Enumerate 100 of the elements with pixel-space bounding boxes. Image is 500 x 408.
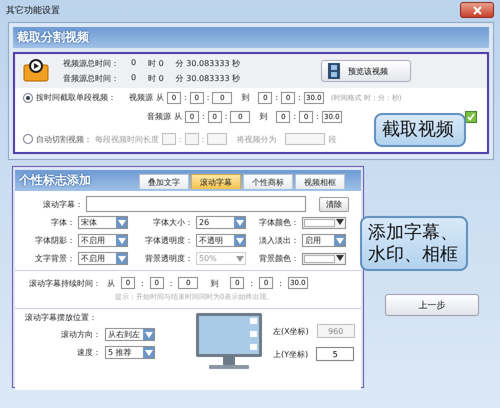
film-icon	[328, 63, 340, 79]
time-text: 0	[131, 73, 136, 84]
callout: 添加字幕、水印、相框	[360, 216, 468, 272]
section-title: 个性标志添加	[19, 172, 91, 189]
field-label: 滚动方向：	[60, 329, 101, 340]
caret-icon	[144, 350, 152, 356]
tab[interactable]: 个性商标	[243, 174, 293, 189]
field-label: 上(Y坐标)	[273, 348, 308, 360]
source-label: 音频源	[146, 111, 171, 122]
separator-text: :	[206, 93, 210, 102]
close-icon	[472, 6, 482, 14]
separator-text: :	[184, 93, 187, 102]
option-label: 按时间截取单段视频：	[36, 92, 117, 103]
dropdown[interactable]: 宋体	[78, 216, 128, 229]
dropdown-value: 26	[199, 218, 210, 227]
dropdown[interactable]: 不启用	[78, 234, 128, 247]
to-label: 到	[241, 92, 250, 103]
separator-text: :	[298, 93, 301, 102]
time-text: 视频源总时间：	[63, 58, 119, 69]
video-icon	[23, 58, 49, 82]
caret-icon	[236, 256, 244, 262]
caret-icon	[118, 256, 126, 262]
dropdown[interactable]: 26	[196, 216, 246, 229]
time-text: 分 30.083333 秒	[176, 58, 240, 69]
dropdown-value: 50%	[199, 254, 217, 263]
back-button[interactable]: 上一步	[385, 294, 479, 316]
separator-text: :	[293, 112, 296, 121]
dropdown[interactable]: 启用	[302, 234, 346, 247]
field-label: 字体阴影：	[34, 235, 75, 246]
from-label: 从	[174, 111, 182, 122]
field-label: 左(X坐标)	[273, 326, 309, 336]
tab[interactable]: 叠加文字	[139, 174, 189, 189]
radio-button[interactable]	[23, 92, 33, 102]
caret-icon	[336, 255, 344, 261]
color-picker[interactable]	[302, 216, 346, 228]
time-text: 时 0	[148, 73, 164, 84]
separator-text: :	[316, 112, 319, 121]
caption-field[interactable]	[86, 196, 306, 212]
dropdown-value: 从右到左	[108, 329, 140, 340]
caret-icon	[236, 238, 244, 244]
dropdown-value: 不透明	[199, 235, 223, 246]
callout: 截取视频	[374, 113, 466, 147]
caret-icon	[118, 238, 126, 244]
monitor-drawing	[195, 312, 263, 370]
dropdown-value: 宋体	[81, 217, 97, 228]
separator-text: :	[275, 93, 278, 102]
tab[interactable]: 视频相框	[295, 174, 345, 189]
field-label: 淡入淡出：	[258, 235, 299, 246]
dropdown[interactable]: 不透明	[196, 234, 246, 247]
time-text: 时 0	[148, 58, 164, 69]
section-title: 截取分割视频	[13, 27, 489, 48]
option-label: 自动切割视频：	[36, 134, 92, 144]
dropdown[interactable]: 5 推荐	[105, 346, 155, 359]
separator-text: :	[170, 278, 172, 288]
field-label: 速度：	[76, 347, 101, 358]
caret-icon	[236, 220, 244, 226]
coordinate-field[interactable]: 5	[316, 347, 354, 361]
field-label: 字体颜色：	[258, 217, 299, 228]
window-title: 其它功能设置	[6, 4, 60, 16]
split-label: 将视频分为	[236, 134, 276, 144]
preview-button[interactable]: 预览该视频	[321, 60, 411, 82]
caret-icon	[336, 238, 344, 244]
length-label: 每段视频时间长度	[95, 134, 159, 144]
field-label: 滚动字幕持续时间：	[29, 278, 101, 288]
color-picker[interactable]	[302, 252, 346, 264]
dropdown[interactable]: 从右到左	[105, 328, 155, 341]
close-button[interactable]	[460, 2, 494, 18]
unit-label: 段	[328, 134, 336, 144]
to-label: 到	[210, 278, 218, 288]
field-label: 字体透明度：	[144, 235, 193, 246]
time-text: 分 30.083333 秒	[176, 73, 240, 84]
source-label: 视频源	[128, 92, 153, 103]
time-text: 音频源总时间：	[63, 73, 119, 84]
field-label: 字体：	[50, 217, 75, 228]
clear-button[interactable]: 清除	[319, 196, 349, 212]
time-text: 0	[131, 58, 136, 69]
separator-text: :	[250, 278, 254, 288]
dropdown-value: 不启用	[81, 235, 105, 246]
separator-text: :	[179, 134, 182, 144]
caret-icon	[118, 220, 126, 226]
separator-text: :	[224, 112, 228, 121]
checkbox[interactable]	[465, 110, 477, 122]
field-label: 文字背景：	[34, 253, 75, 264]
caret-icon	[336, 219, 344, 225]
to-label: 到	[259, 111, 268, 122]
field-label: 滚动字幕摆放位置：	[25, 312, 98, 323]
from-label: 从	[156, 92, 164, 103]
from-label: 从	[107, 278, 115, 288]
field-label: 滚动字幕：	[43, 198, 83, 210]
separator-text: :	[279, 278, 282, 288]
dropdown[interactable]: 不启用	[78, 252, 128, 265]
dropdown-value: 5 推荐	[108, 347, 132, 358]
field-label: 背景透明度：	[144, 253, 193, 264]
separator-text: :	[202, 112, 205, 121]
field-label: 字体大小：	[152, 217, 193, 228]
tab[interactable]: 滚动字幕	[191, 174, 241, 189]
caret-icon	[144, 332, 152, 338]
separator-text: :	[202, 134, 204, 144]
dropdown-value: 启用	[305, 235, 321, 246]
field-label: 背景颜色：	[258, 253, 299, 264]
